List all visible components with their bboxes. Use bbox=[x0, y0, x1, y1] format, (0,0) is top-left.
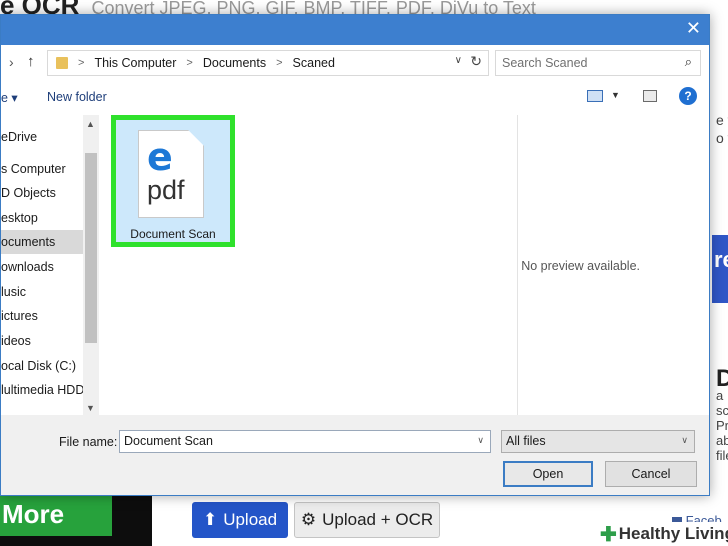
nav-item-desktop[interactable]: esktop bbox=[1, 206, 83, 230]
page-snippet: a bbox=[716, 388, 724, 403]
breadcrumb-scaned[interactable]: Scaned bbox=[293, 56, 335, 70]
nav-item-videos[interactable]: ideos bbox=[1, 329, 83, 353]
breadcrumb-separator-icon: > bbox=[276, 57, 283, 69]
file-list: e pdf Document Scan bbox=[99, 115, 517, 415]
nav-item-this-computer[interactable]: s Computer bbox=[1, 157, 83, 181]
nav-item-pictures[interactable]: ictures bbox=[1, 304, 83, 328]
cancel-button[interactable]: Cancel bbox=[605, 461, 697, 487]
nav-item-downloads[interactable]: ownloads bbox=[1, 255, 83, 279]
no-preview-text: No preview available. bbox=[521, 259, 640, 273]
breadcrumb-documents[interactable]: Documents bbox=[203, 56, 266, 70]
file-name-field[interactable]: Document Scan ∨ bbox=[119, 430, 491, 453]
page-snippet: Pr bbox=[716, 418, 728, 433]
address-bar[interactable]: > This Computer > Documents > Scaned ∨ ↻ bbox=[47, 50, 489, 76]
file-type-select[interactable]: All files ∨ bbox=[501, 430, 695, 453]
file-item-document-scan[interactable]: e pdf Document Scan bbox=[111, 115, 235, 247]
more-button[interactable]: More bbox=[0, 496, 112, 536]
file-type-value: All files bbox=[506, 434, 546, 448]
gear-icon: ⚙ bbox=[300, 510, 317, 529]
search-input[interactable]: Search Scaned ⌕ bbox=[495, 50, 701, 76]
chevron-down-icon[interactable]: ▼ bbox=[611, 90, 620, 100]
pdf-file-icon: e pdf bbox=[138, 130, 204, 218]
pdf-label: pdf bbox=[147, 175, 185, 205]
chevron-down-icon[interactable]: ∨ bbox=[477, 435, 484, 446]
scroll-up-icon[interactable]: ▲ bbox=[86, 119, 95, 129]
preview-pane-icon[interactable] bbox=[643, 90, 657, 102]
chevron-down-icon[interactable]: ∨ bbox=[681, 435, 688, 446]
nav-item-music[interactable]: lusic bbox=[1, 280, 83, 304]
folder-icon bbox=[56, 57, 68, 69]
preview-pane: No preview available. bbox=[517, 115, 709, 415]
breadcrumb-this-computer[interactable]: This Computer bbox=[94, 56, 176, 70]
organize-menu[interactable]: e ▾ bbox=[1, 90, 18, 105]
open-button[interactable]: Open bbox=[503, 461, 593, 487]
close-icon[interactable]: ✕ bbox=[686, 18, 701, 39]
page-snippet: file bbox=[716, 448, 728, 463]
upload-button[interactable]: ⬆ Upload bbox=[192, 502, 288, 538]
upload-arrow-icon: ⬆ bbox=[202, 510, 218, 529]
scroll-down-icon[interactable]: ▼ bbox=[86, 403, 95, 413]
page-snippet: sc bbox=[716, 403, 728, 418]
page-dark-bar bbox=[0, 536, 150, 546]
scroll-thumb[interactable] bbox=[85, 153, 97, 343]
help-icon[interactable]: ? bbox=[679, 87, 697, 105]
file-name-label: Document Scan bbox=[130, 227, 216, 241]
refresh-icon[interactable]: ↻ bbox=[470, 53, 482, 70]
upload-ocr-label: Upload + OCR bbox=[322, 510, 434, 529]
watermark-text: Healthy Living bbox=[618, 524, 728, 543]
navigation-bar: › ↑ > This Computer > Documents > Scaned… bbox=[1, 45, 709, 81]
nav-item-documents[interactable]: ocuments bbox=[1, 230, 83, 254]
page-blue-banner: re bbox=[712, 235, 728, 303]
edge-logo-icon: e bbox=[147, 135, 173, 179]
nav-item-multimedia-hdd[interactable]: lultimedia HDD bbox=[1, 378, 83, 402]
navigation-pane: eDrive s Computer D Objects esktop ocume… bbox=[1, 115, 99, 415]
file-name-value: Document Scan bbox=[124, 434, 213, 448]
nav-item-onedrive[interactable]: eDrive bbox=[1, 125, 83, 149]
page-snippet: o y bbox=[716, 130, 728, 146]
file-name-label: File name: bbox=[59, 435, 118, 449]
plus-icon: ✚ bbox=[600, 523, 617, 546]
breadcrumb-separator-icon: > bbox=[78, 57, 85, 69]
chevron-down-icon[interactable]: ∨ bbox=[455, 55, 462, 66]
nav-item-3d-objects[interactable]: D Objects bbox=[1, 181, 83, 205]
forward-icon[interactable]: › bbox=[9, 54, 14, 70]
nav-item-local-disk[interactable]: ocal Disk (C:) bbox=[1, 354, 83, 378]
up-arrow-icon[interactable]: ↑ bbox=[27, 53, 35, 70]
nav-scrollbar[interactable]: ▲ ▼ bbox=[83, 115, 99, 415]
open-file-dialog: ✕ › ↑ > This Computer > Documents > Scan… bbox=[0, 14, 710, 496]
upload-button-label: Upload bbox=[223, 510, 278, 529]
new-folder-button[interactable]: New folder bbox=[47, 90, 107, 104]
breadcrumb-separator-icon: > bbox=[186, 57, 193, 69]
watermark-logo: ✚ Healthy Living bbox=[596, 522, 728, 546]
page-snippet: e th bbox=[716, 112, 728, 128]
dialog-toolbar: e ▾ New folder ▼ ? bbox=[1, 81, 709, 115]
change-view-icon[interactable] bbox=[587, 90, 603, 102]
page-snippet: ab bbox=[716, 433, 728, 448]
search-placeholder: Search Scaned bbox=[502, 56, 588, 70]
dialog-titlebar[interactable]: ✕ bbox=[1, 15, 709, 45]
search-icon[interactable]: ⌕ bbox=[685, 54, 692, 70]
upload-ocr-button[interactable]: ⚙ Upload + OCR bbox=[294, 502, 440, 538]
